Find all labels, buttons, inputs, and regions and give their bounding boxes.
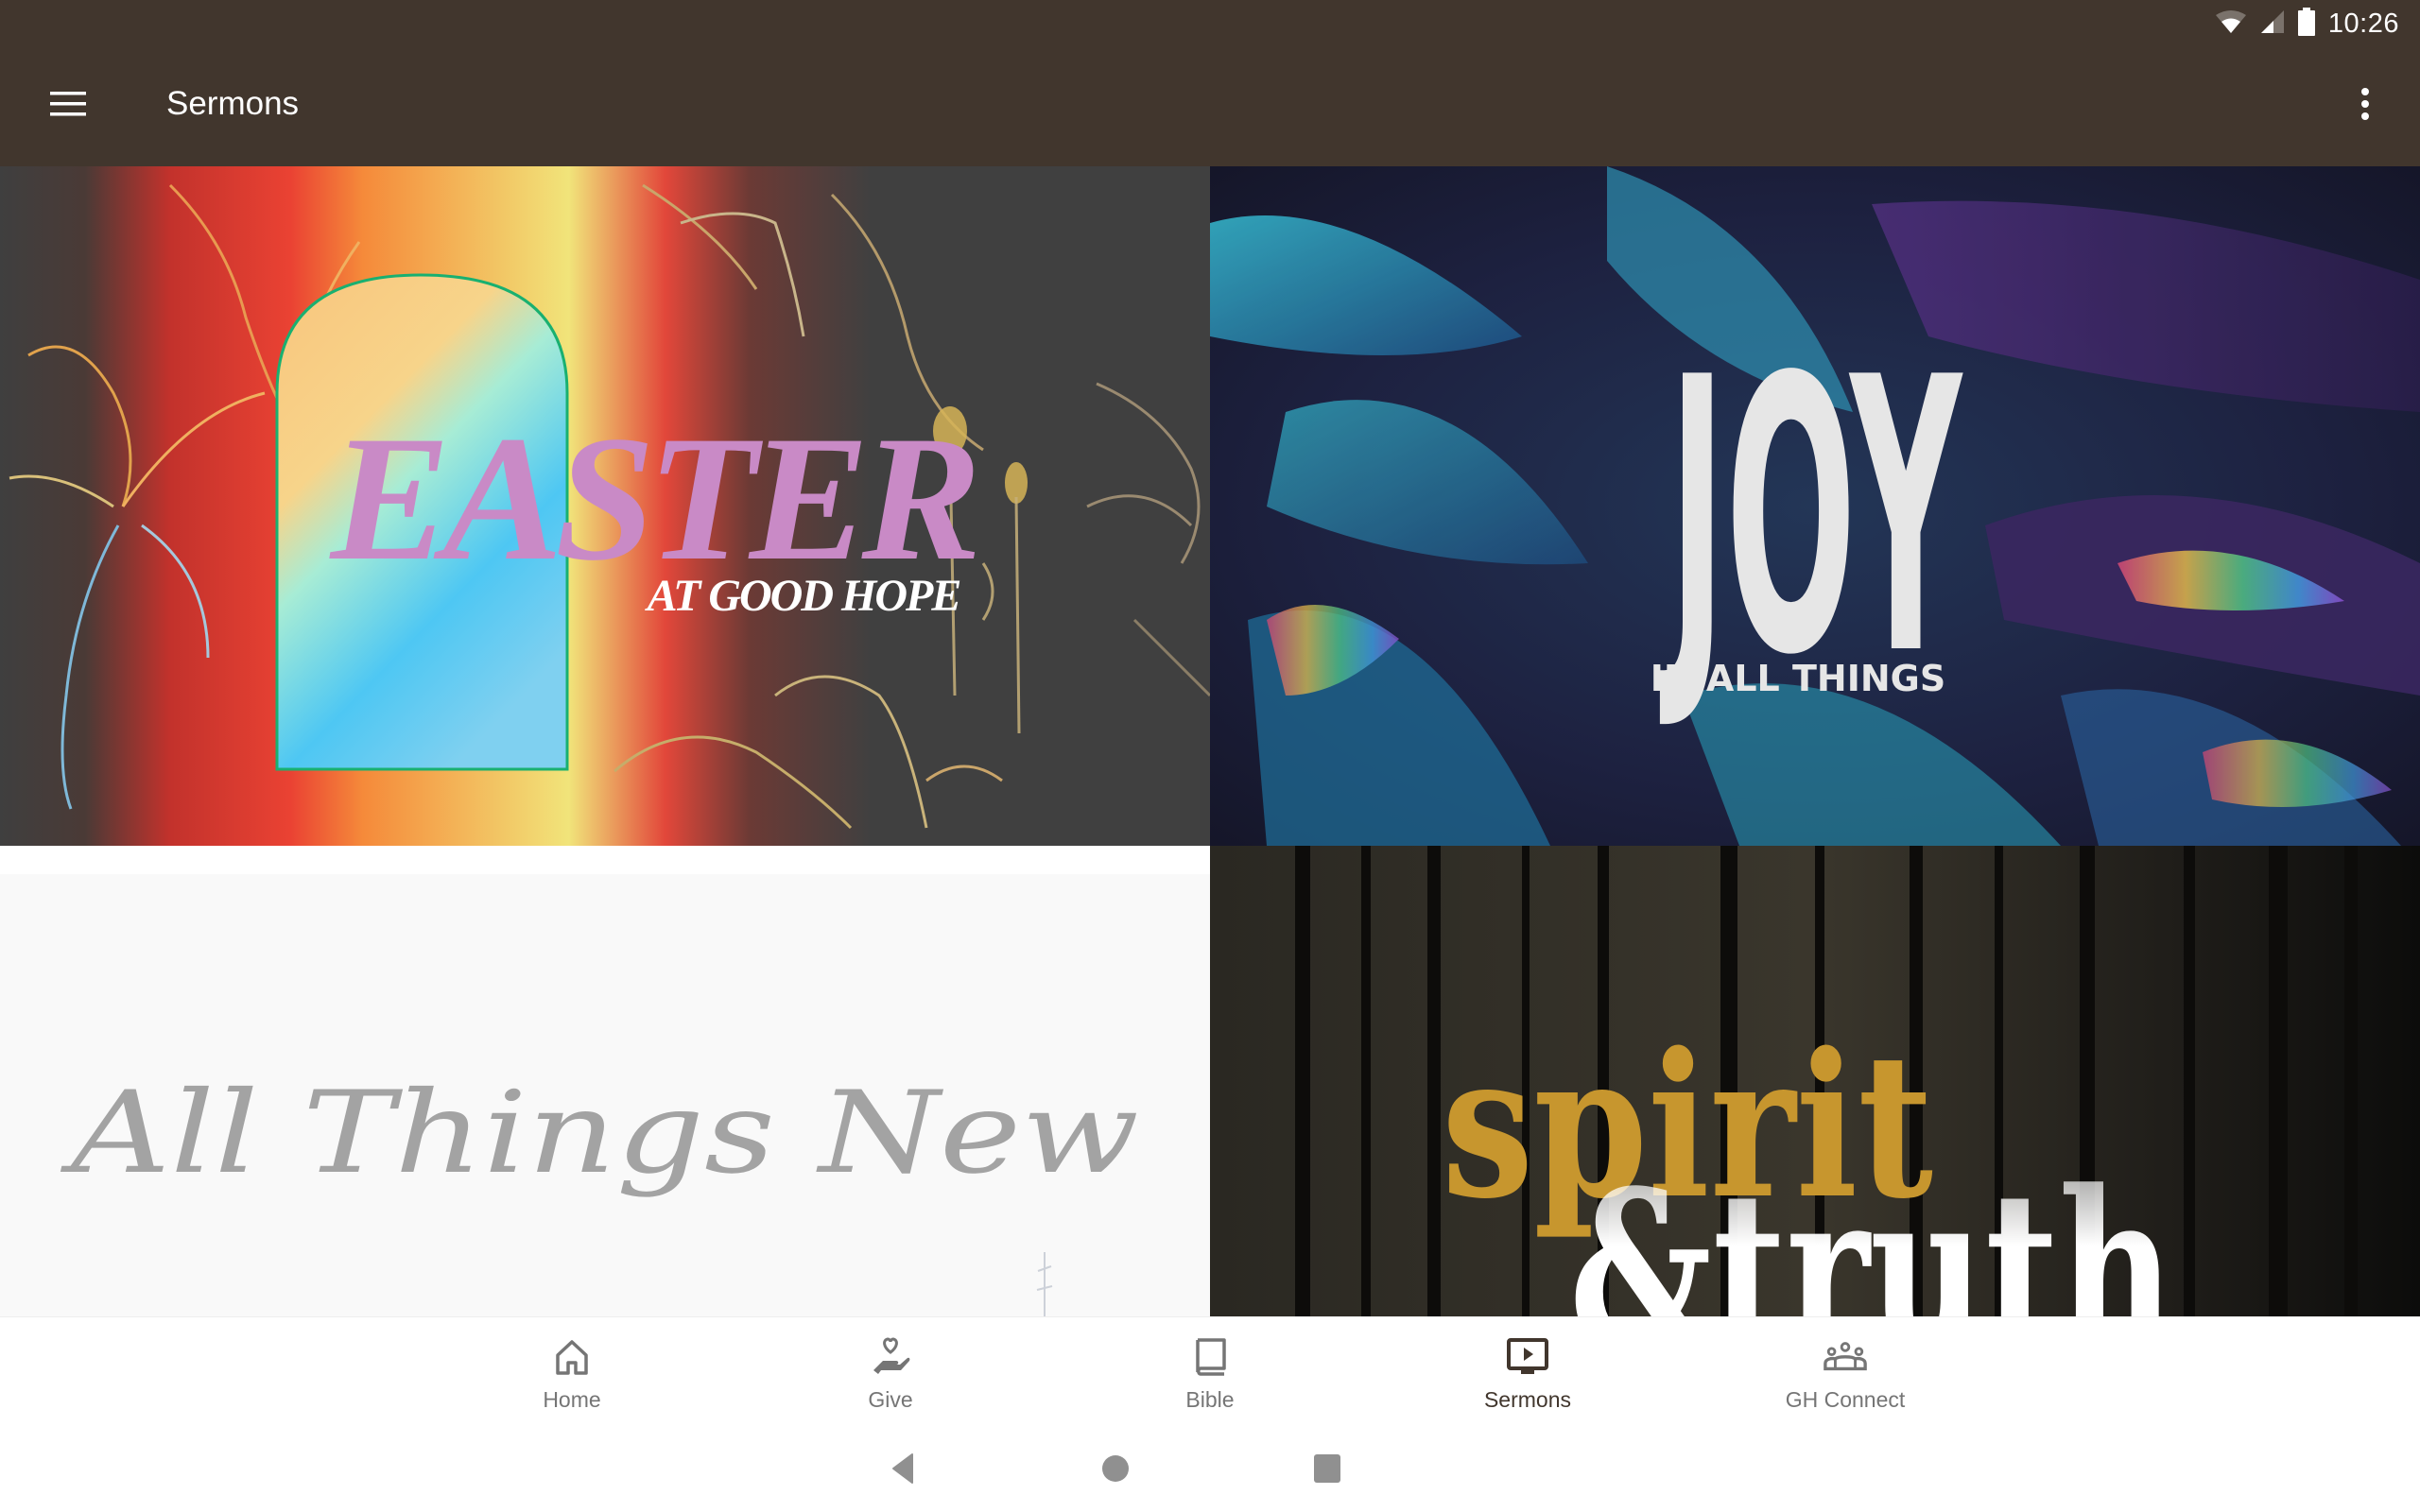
app-bar: Sermons: [0, 45, 2420, 166]
system-nav-bar: [0, 1427, 2420, 1512]
video-play-icon: [1505, 1334, 1550, 1380]
easter-subtitle: AT GOOD HOPE: [645, 571, 960, 621]
system-home-button[interactable]: [1097, 1452, 1134, 1489]
sermon-card-spirit-and-truth[interactable]: spirit &truth: [1210, 846, 2420, 1316]
all-things-new-artwork: All Things New: [0, 846, 1210, 1316]
give-hand-heart-icon: [868, 1334, 913, 1380]
cell-signal-icon: [2260, 9, 2285, 39]
nav-item-bible[interactable]: Bible: [1097, 1317, 1323, 1428]
wifi-icon: [2215, 9, 2247, 39]
home-circle-icon: [1100, 1453, 1131, 1488]
hamburger-menu-icon: [50, 90, 86, 123]
all-things-new-title: All Things New: [60, 1068, 1139, 1199]
nav-item-give[interactable]: Give: [777, 1317, 1004, 1428]
home-icon: [549, 1334, 595, 1380]
nav-item-gh-connect[interactable]: GH Connect: [1732, 1317, 1959, 1428]
system-back-button[interactable]: [884, 1452, 922, 1489]
sermon-card-easter[interactable]: EASTER AT GOOD HOPE: [0, 166, 1210, 846]
bottom-nav: Home Give Bible Sermons GH Connect: [0, 1316, 2420, 1427]
groups-icon: [1823, 1334, 1868, 1380]
system-recents-button[interactable]: [1308, 1452, 1346, 1489]
status-bar: 10:26: [0, 0, 2420, 45]
nav-label-home: Home: [543, 1387, 601, 1412]
easter-title: EASTER: [329, 400, 976, 598]
nav-label-gh-connect: GH Connect: [1785, 1387, 1906, 1412]
nav-label-bible: Bible: [1185, 1387, 1235, 1412]
nav-label-give: Give: [868, 1387, 913, 1412]
spirit-and-truth-artwork: spirit &truth: [1210, 846, 2420, 1316]
truth-title: &truth: [1569, 1143, 2174, 1316]
nav-item-home[interactable]: Home: [458, 1317, 685, 1428]
sermon-card-all-things-new[interactable]: All Things New: [0, 846, 1210, 1316]
sermon-grid: EASTER AT GOOD HOPE JOY IN ALL THINGS Al…: [0, 166, 2420, 1316]
page-title: Sermons: [166, 85, 300, 122]
nav-item-sermons[interactable]: Sermons: [1414, 1317, 1641, 1428]
overflow-menu-button[interactable]: [2339, 79, 2392, 132]
book-icon: [1187, 1334, 1233, 1380]
status-time: 10:26: [2327, 8, 2399, 39]
joy-artwork: JOY IN ALL THINGS: [1210, 166, 2420, 846]
joy-subtitle: IN ALL THINGS: [1651, 658, 1945, 699]
menu-button[interactable]: [42, 79, 95, 132]
back-icon: [891, 1452, 914, 1489]
sermon-card-joy[interactable]: JOY IN ALL THINGS: [1210, 166, 2420, 846]
easter-artwork: EASTER AT GOOD HOPE: [0, 166, 1210, 846]
battery-icon: [2297, 7, 2315, 41]
recents-icon: [1313, 1453, 1341, 1488]
status-icons: 10:26: [2215, 7, 2399, 41]
more-vert-icon: [2360, 87, 2370, 126]
nav-label-sermons: Sermons: [1483, 1387, 1572, 1412]
